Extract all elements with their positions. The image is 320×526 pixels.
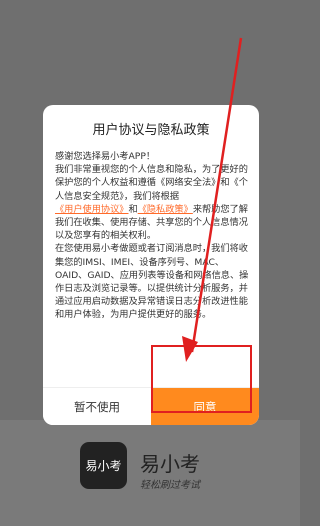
annotation-arrow-icon [182,37,243,362]
